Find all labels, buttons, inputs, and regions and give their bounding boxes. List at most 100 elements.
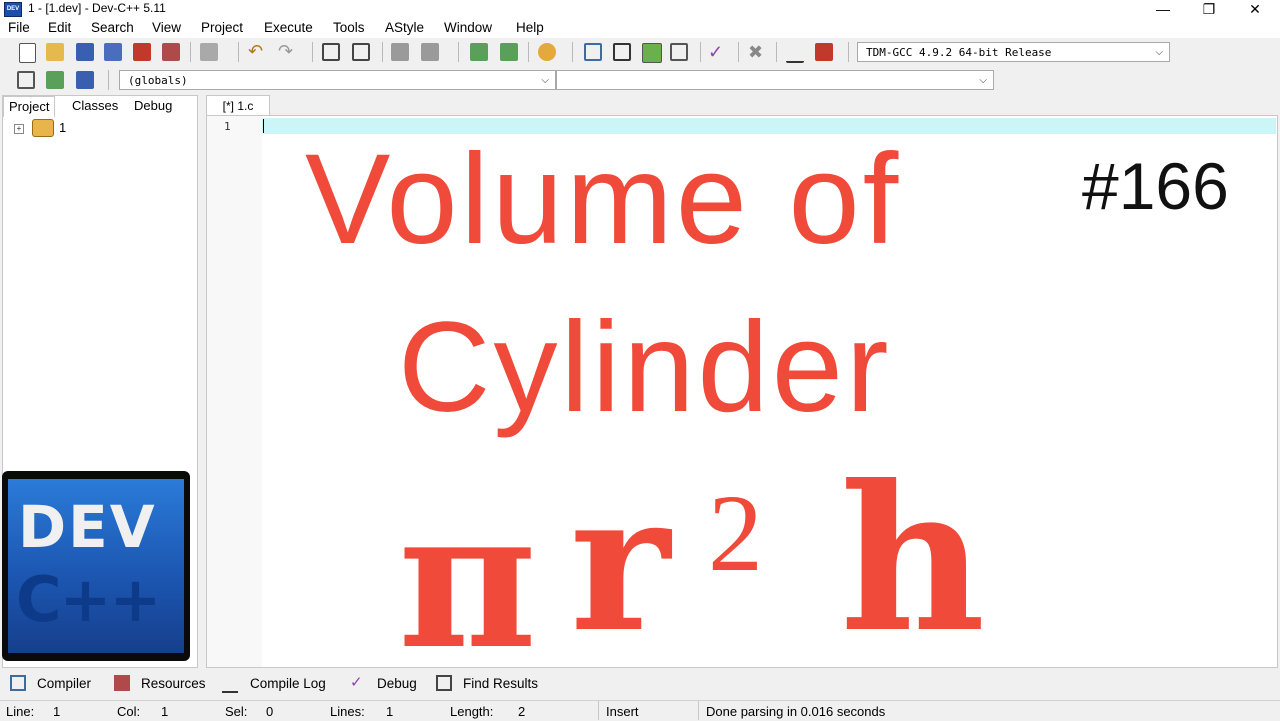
stop-execution-icon[interactable]: ✖ bbox=[748, 43, 766, 61]
menu-window[interactable]: Window bbox=[444, 20, 492, 35]
overlay-title-line2: Cylinder bbox=[398, 296, 892, 439]
compiler-select-value: TDM-GCC 4.9.2 64-bit Release bbox=[866, 46, 1052, 59]
devcpp-app-icon[interactable]: DEV bbox=[4, 2, 22, 17]
find-results-icon bbox=[436, 675, 452, 691]
compile-icon[interactable] bbox=[584, 43, 602, 61]
scope-select[interactable]: (globals) ⌵ bbox=[119, 70, 556, 90]
close-all-icon[interactable] bbox=[162, 43, 180, 61]
title-bar bbox=[0, 0, 1280, 18]
chevron-down-icon: ⌵ bbox=[1155, 47, 1163, 58]
main-toolbar: ↶ ↷ ✓ ✖ TDM-GCC 4.9.2 64-bit Release ⌵ bbox=[0, 38, 1280, 66]
undo-icon[interactable]: ↶ bbox=[248, 42, 266, 61]
tab-classes[interactable]: Classes bbox=[67, 96, 123, 116]
menu-view[interactable]: View bbox=[152, 20, 181, 35]
rebuild-icon[interactable] bbox=[670, 43, 688, 61]
tab-debug[interactable]: Debug bbox=[129, 96, 177, 116]
overlay-title-line1: Volume of bbox=[305, 128, 902, 271]
close-button[interactable]: ✕ bbox=[1232, 0, 1278, 18]
print-icon[interactable] bbox=[200, 43, 218, 61]
minimize-button[interactable]: — bbox=[1140, 0, 1186, 18]
add-to-project-icon[interactable] bbox=[470, 43, 488, 61]
devcpp-logo-cpp: C++ bbox=[16, 563, 161, 636]
tab-compile-log[interactable]: Compile Log bbox=[250, 676, 326, 691]
resources-icon bbox=[114, 675, 130, 691]
status-sel-value: 0 bbox=[266, 704, 274, 719]
status-bar bbox=[0, 700, 1280, 721]
project-folder-icon[interactable] bbox=[32, 119, 54, 137]
line-number-gutter bbox=[207, 116, 262, 667]
compile-run-icon[interactable] bbox=[642, 43, 662, 63]
text-caret bbox=[263, 119, 264, 133]
status-length-label: Length: bbox=[450, 704, 494, 719]
save-icon[interactable] bbox=[76, 43, 94, 61]
devcpp-logo: DEV C++ bbox=[2, 471, 190, 661]
bookmark-icon[interactable] bbox=[421, 43, 439, 61]
goto-bookmark-icon[interactable] bbox=[76, 71, 94, 89]
status-divider bbox=[598, 701, 599, 720]
formula-r: r bbox=[570, 451, 671, 674]
scope-select-value: (globals) bbox=[128, 74, 188, 87]
tab-resources[interactable]: Resources bbox=[141, 676, 206, 691]
close-file-icon[interactable] bbox=[133, 43, 151, 61]
tab-debug-output[interactable]: Debug bbox=[377, 676, 417, 691]
toolbar-divider bbox=[572, 42, 573, 62]
chevron-down-icon: ⌵ bbox=[979, 75, 987, 86]
project-tree-item[interactable]: 1 bbox=[59, 120, 66, 135]
formula-exponent: 2 bbox=[708, 472, 763, 594]
status-length-value: 2 bbox=[518, 704, 526, 719]
debug-check-icon: ✓ bbox=[350, 674, 363, 691]
menu-help[interactable]: Help bbox=[516, 20, 544, 35]
new-file-icon[interactable] bbox=[19, 43, 36, 63]
toolbar-divider bbox=[738, 42, 739, 62]
formula-pi: π bbox=[398, 468, 538, 691]
open-file-icon[interactable] bbox=[46, 43, 64, 61]
profile-icon[interactable] bbox=[786, 43, 804, 63]
chevron-down-icon: ⌵ bbox=[541, 75, 549, 86]
status-col-label: Col: bbox=[117, 704, 141, 719]
line-number: 1 bbox=[224, 120, 231, 133]
status-message: Done parsing in 0.016 seconds bbox=[706, 704, 886, 719]
toolbar-divider bbox=[458, 42, 459, 62]
toolbar-divider bbox=[700, 42, 701, 62]
redo-icon[interactable]: ↷ bbox=[278, 42, 296, 61]
delete-profile-icon[interactable] bbox=[815, 43, 833, 61]
insert-icon[interactable] bbox=[17, 71, 35, 89]
compiler-icon bbox=[10, 675, 26, 691]
toolbar-divider bbox=[528, 42, 529, 62]
toolbar-divider bbox=[108, 70, 109, 90]
tab-project[interactable]: Project bbox=[3, 96, 56, 117]
menu-astyle[interactable]: AStyle bbox=[385, 20, 424, 35]
replace-icon[interactable] bbox=[352, 43, 370, 61]
devcpp-logo-text: DEV bbox=[18, 493, 157, 561]
menu-file[interactable]: File bbox=[8, 20, 30, 35]
toolbar-divider bbox=[190, 42, 191, 62]
restore-button[interactable]: ❐ bbox=[1186, 0, 1232, 18]
tree-expand-icon[interactable]: + bbox=[14, 124, 24, 134]
tab-compiler[interactable]: Compiler bbox=[37, 676, 91, 691]
toolbar-divider bbox=[776, 42, 777, 62]
member-select[interactable]: ⌵ bbox=[556, 70, 994, 90]
formula-h: h bbox=[840, 442, 986, 677]
menu-search[interactable]: Search bbox=[91, 20, 134, 35]
toolbar-divider bbox=[312, 42, 313, 62]
menu-execute[interactable]: Execute bbox=[264, 20, 313, 35]
menu-project[interactable]: Project bbox=[201, 20, 243, 35]
compile-log-icon bbox=[222, 675, 238, 693]
secondary-toolbar: (globals) ⌵ ⌵ bbox=[0, 66, 1280, 94]
remove-from-project-icon[interactable] bbox=[500, 43, 518, 61]
find-icon[interactable] bbox=[322, 43, 340, 61]
toggle-icon[interactable] bbox=[46, 71, 64, 89]
run-icon[interactable] bbox=[613, 43, 631, 61]
menu-edit[interactable]: Edit bbox=[48, 20, 71, 35]
save-all-icon[interactable] bbox=[104, 43, 122, 61]
menu-tools[interactable]: Tools bbox=[333, 20, 365, 35]
check-syntax-icon[interactable]: ✓ bbox=[708, 43, 726, 61]
editor-tab-1c[interactable]: [*] 1.c bbox=[206, 95, 270, 116]
window-title: 1 - [1.dev] - Dev-C++ 5.11 bbox=[28, 1, 166, 15]
tab-find-results[interactable]: Find Results bbox=[463, 676, 538, 691]
goto-icon[interactable] bbox=[391, 43, 409, 61]
toolbar-divider bbox=[382, 42, 383, 62]
project-options-icon[interactable] bbox=[538, 43, 556, 61]
toolbar-divider bbox=[848, 42, 849, 62]
compiler-select[interactable]: TDM-GCC 4.9.2 64-bit Release ⌵ bbox=[857, 42, 1170, 62]
